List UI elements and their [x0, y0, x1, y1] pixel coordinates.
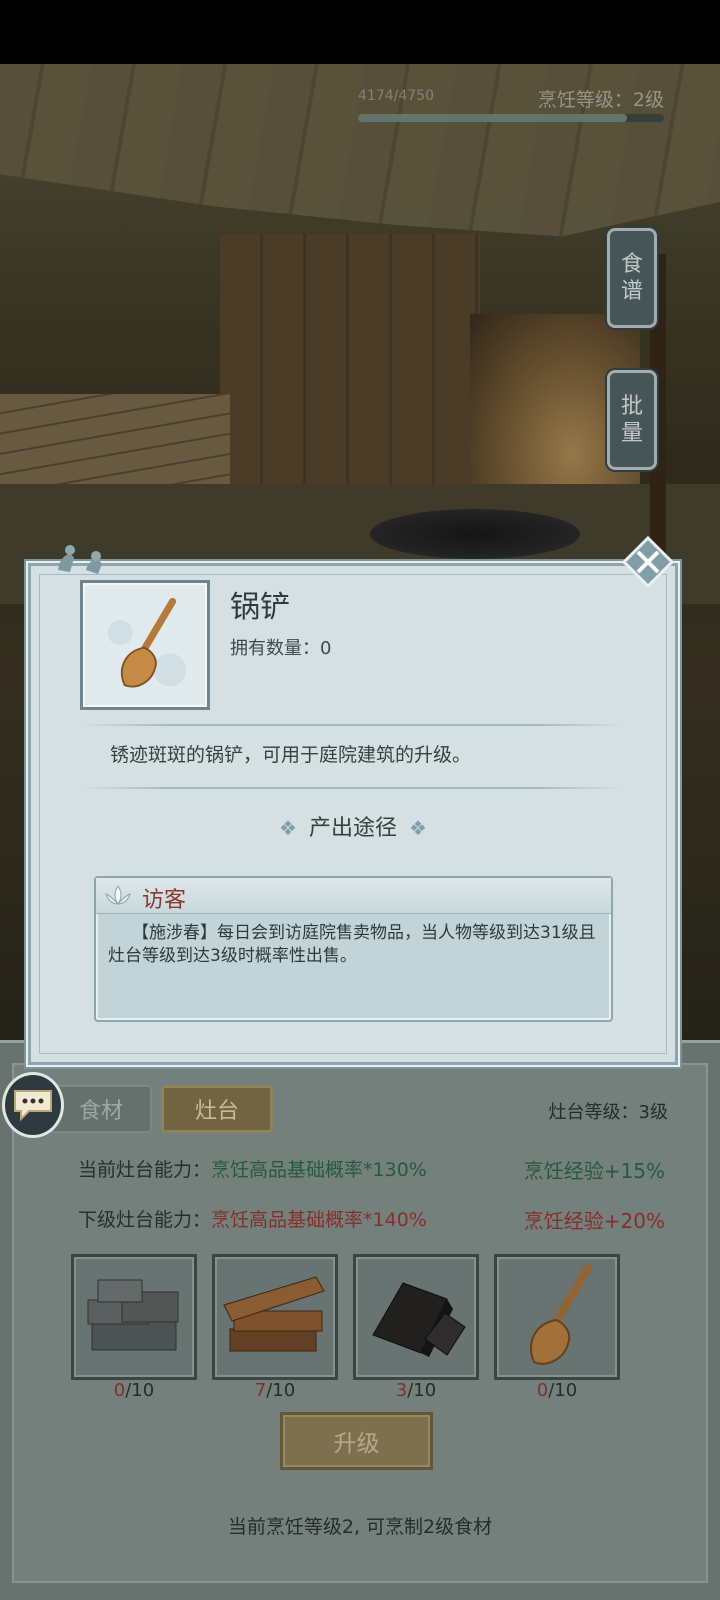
status-bar [0, 0, 720, 64]
spatula-icon [120, 597, 177, 688]
source-card-visitor: 访客 【施涉春】每日会到访庭院售卖物品，当人物等级到达31级且灶台等级到达3级时… [94, 876, 613, 1022]
item-icon-frame [80, 580, 210, 710]
source-card-title: 访客 [142, 888, 187, 913]
item-name: 锅铲 [230, 590, 290, 625]
chat-bubble-icon [14, 1090, 52, 1122]
source-card-text: 【施涉春】每日会到访庭院售卖物品，当人物等级到达31级且灶台等级到达3级时概率性… [108, 923, 596, 966]
item-description: 锈迹斑斑的锅铲，可用于庭院建筑的升级。 [110, 744, 472, 766]
birds-ornament-icon [58, 545, 102, 574]
ornament-icon: ❖ [279, 816, 297, 840]
item-owned-count: 拥有数量：0 [230, 638, 332, 659]
source-section-title: ❖ 产出途径 ❖ [279, 816, 427, 841]
chat-button[interactable] [2, 1072, 64, 1138]
ornament-icon: ❖ [409, 816, 427, 840]
lotus-icon [105, 885, 131, 905]
close-icon[interactable] [622, 536, 674, 588]
divider [82, 724, 624, 726]
divider [82, 787, 624, 789]
source-card-header: 访客 [96, 878, 611, 914]
